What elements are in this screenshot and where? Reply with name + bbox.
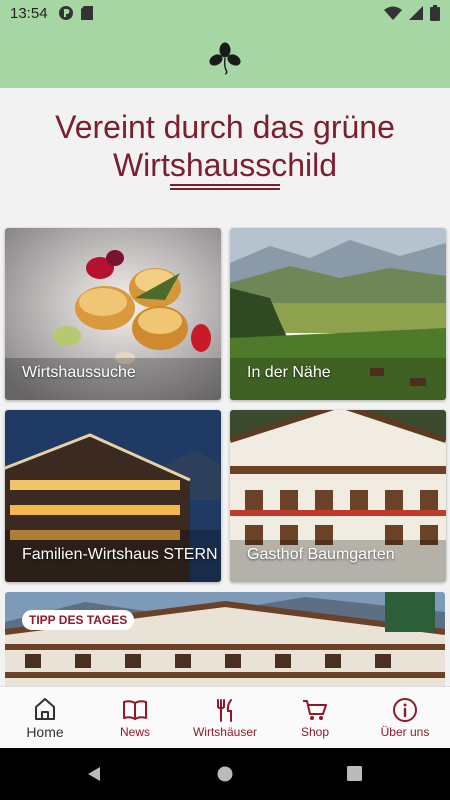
book-icon [123,700,147,720]
status-time: 13:54 [10,5,48,22]
app-bar [0,28,450,88]
system-nav-bar [0,748,450,800]
nav-home[interactable]: Home [0,687,90,749]
nav-news[interactable]: News [90,687,180,749]
nav-label: Shop [300,725,330,739]
tile-label: Familien-Wirtshaus STERN [22,546,218,563]
tile-gasthof-baumgarten[interactable]: Gasthof Baumgarten [230,410,446,582]
tipp-badge: TIPP DES TAGES [22,610,135,630]
info-icon [393,698,417,722]
tile-label: In der Nähe [247,364,331,381]
status-bar: 13:54 [0,0,450,28]
status-left-icons [58,5,94,21]
signal-icon [409,6,423,20]
back-icon[interactable] [86,766,102,782]
clover-logo-icon [209,42,241,75]
status-right-icons [384,5,440,21]
nav-ueber-uns[interactable]: Über uns [360,687,450,749]
recents-icon[interactable] [347,766,362,781]
bottom-nav: Home News Wirtshäuser Shop Über uns [0,686,450,749]
page-title: Vereint durch das grüne Wirtshausschild [55,109,395,183]
tile-tipp-des-tages[interactable]: TIPP DES TAGES [5,592,445,688]
nav-label: News [119,725,150,739]
title-underline [170,184,280,190]
tile-label: Wirtshaussuche [22,364,136,381]
tile-wirtshaussuche[interactable]: Wirtshaussuche [5,228,221,400]
home-circle-icon[interactable] [217,766,233,782]
home-icon [35,698,55,720]
wifi-icon [384,6,402,20]
fork-knife-icon [217,699,232,722]
tile-label: Gasthof Baumgarten [247,546,395,563]
cart-icon [303,700,327,720]
nav-label: Wirtshäuser [192,725,257,739]
pocket-casts-icon [59,6,73,20]
tile-in-der-naehe[interactable]: In der Nähe [230,228,446,400]
tile-familien-wirtshaus-stern[interactable]: Familien-Wirtshaus STERN [5,410,221,582]
nav-label: Home [26,724,64,740]
battery-icon [430,5,440,21]
nav-wirtshaeuser[interactable]: Wirtshäuser [180,687,270,749]
nav-label: Über uns [380,725,430,739]
tipp-photo [5,592,445,688]
nav-shop[interactable]: Shop [270,687,360,749]
sd-card-icon [81,6,93,20]
